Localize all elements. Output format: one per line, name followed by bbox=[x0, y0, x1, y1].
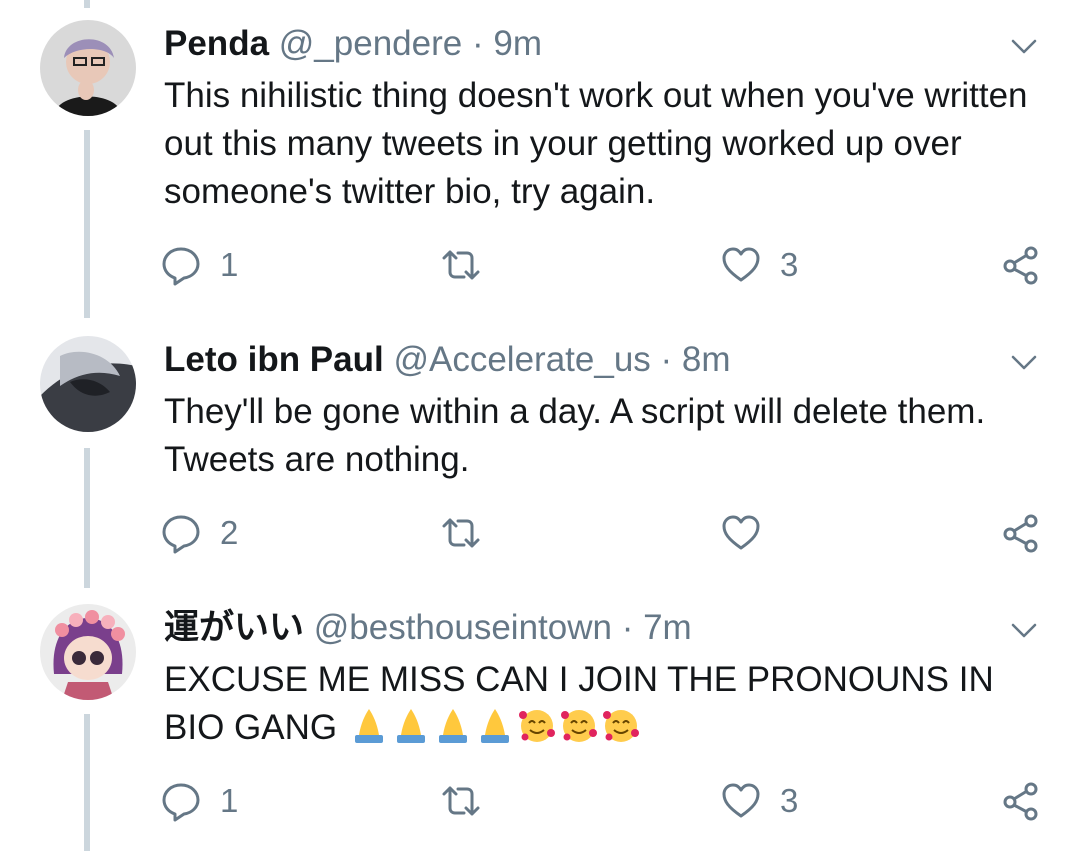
separator-dot: · bbox=[621, 608, 634, 647]
reply-count: 1 bbox=[220, 782, 239, 819]
avatar[interactable] bbox=[40, 20, 136, 116]
share-button[interactable] bbox=[1000, 508, 1042, 558]
separator-dot: · bbox=[471, 24, 484, 63]
chevron-down-icon[interactable] bbox=[1008, 614, 1040, 646]
tweet-text: They'll be gone within a day. A script w… bbox=[164, 392, 986, 479]
retweet-button[interactable] bbox=[440, 240, 500, 290]
share-icon bbox=[1003, 246, 1038, 285]
display-name[interactable]: 運がいい bbox=[164, 608, 304, 647]
heart-icon bbox=[722, 783, 760, 818]
tweet-header: Penda @_pendere · 9m bbox=[164, 24, 542, 64]
share-icon bbox=[1003, 514, 1038, 553]
share-icon bbox=[1003, 782, 1038, 821]
tweet-text: This nihilistic thing doesn't work out w… bbox=[164, 76, 1028, 211]
share-button[interactable] bbox=[1000, 776, 1042, 826]
smiling-face-with-hearts-icon bbox=[602, 710, 639, 742]
avatar-penda-icon bbox=[40, 20, 136, 116]
timestamp[interactable]: 9m bbox=[493, 24, 542, 63]
share-button[interactable] bbox=[1000, 240, 1042, 290]
like-count: 3 bbox=[780, 246, 799, 283]
tweet-actions: 1 3 bbox=[160, 776, 1060, 826]
timestamp[interactable]: 7m bbox=[643, 608, 692, 647]
tweet[interactable]: Penda @_pendere · 9m This nihilistic thi… bbox=[0, 0, 1080, 320]
heart-icon bbox=[722, 515, 760, 550]
reply-icon bbox=[162, 783, 200, 822]
timestamp[interactable]: 8m bbox=[682, 340, 731, 379]
avatar-besthouse-icon bbox=[40, 604, 136, 700]
reply-button[interactable]: 1 bbox=[160, 240, 238, 290]
like-button[interactable]: 3 bbox=[720, 776, 798, 826]
retweet-icon bbox=[442, 518, 480, 548]
folded-hands-icon bbox=[480, 709, 509, 743]
chevron-down-icon[interactable] bbox=[1008, 346, 1040, 378]
display-name[interactable]: Leto ibn Paul bbox=[164, 340, 384, 379]
reply-button[interactable]: 1 bbox=[160, 776, 238, 826]
user-handle[interactable]: @_pendere bbox=[279, 24, 462, 63]
retweet-icon bbox=[442, 250, 480, 280]
folded-hands-icon bbox=[438, 709, 467, 743]
tweet[interactable]: 運がいい @besthouseintown · 7m EXCUSE ME MIS… bbox=[0, 590, 1080, 851]
like-button[interactable]: 3 bbox=[720, 240, 798, 290]
reply-icon bbox=[162, 247, 200, 286]
folded-hands-icon bbox=[354, 709, 383, 743]
avatar-leto-icon bbox=[40, 336, 136, 432]
display-name[interactable]: Penda bbox=[164, 24, 269, 63]
like-count: 3 bbox=[780, 782, 799, 819]
tweet-text-container: EXCUSE ME MISS CAN I JOIN THE PRONOUNS I… bbox=[164, 656, 1054, 752]
separator-dot: · bbox=[660, 340, 673, 379]
tweet[interactable]: Leto ibn Paul @Accelerate_us · 8m They'l… bbox=[0, 320, 1080, 590]
heart-icon bbox=[722, 247, 760, 282]
reply-button[interactable]: 2 bbox=[160, 508, 238, 558]
user-handle[interactable]: @besthouseintown bbox=[314, 608, 612, 647]
smiling-face-with-hearts-icon bbox=[518, 710, 555, 742]
user-handle[interactable]: @Accelerate_us bbox=[393, 340, 650, 379]
reply-count: 1 bbox=[220, 246, 239, 283]
tweet-actions: 1 3 bbox=[160, 240, 1060, 290]
tweet-header: 運がいい @besthouseintown · 7m bbox=[164, 608, 692, 648]
avatar[interactable] bbox=[40, 604, 136, 700]
tweet-actions: 2 bbox=[160, 508, 1060, 558]
avatar[interactable] bbox=[40, 336, 136, 432]
like-button[interactable] bbox=[720, 508, 780, 558]
reply-count: 2 bbox=[220, 514, 239, 551]
folded-hands-icon bbox=[396, 709, 425, 743]
tweet-header: Leto ibn Paul @Accelerate_us · 8m bbox=[164, 340, 731, 380]
emoji-row bbox=[347, 708, 641, 747]
retweet-button[interactable] bbox=[440, 508, 500, 558]
smiling-face-with-hearts-icon bbox=[560, 710, 597, 742]
retweet-button[interactable] bbox=[440, 776, 500, 826]
reply-icon bbox=[162, 515, 200, 554]
chevron-down-icon[interactable] bbox=[1008, 30, 1040, 62]
retweet-icon bbox=[442, 786, 480, 816]
